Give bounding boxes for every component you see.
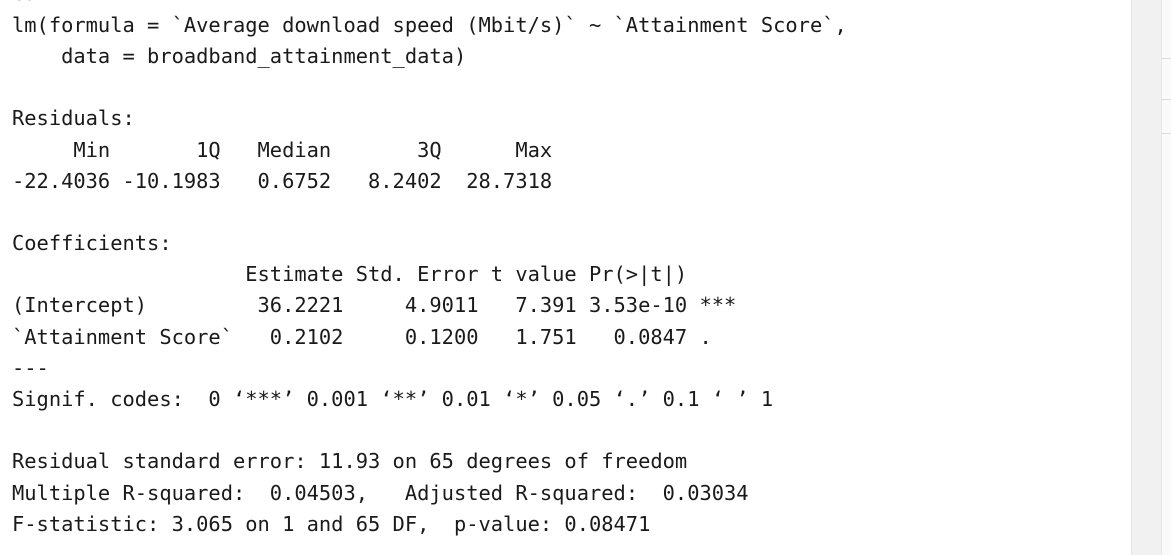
console-line-intercept-row: (Intercept) 36.2221 4.9011 7.391 3.53e-1… (12, 293, 737, 317)
console-line-separator: --- (12, 356, 49, 380)
console-line-coefficients-header: Estimate Std. Error t value Pr(>|t|) (12, 262, 737, 286)
pane-divider-mark (1161, 133, 1171, 134)
console-line-coefficients-heading: Coefficients: (12, 231, 172, 255)
console-line-data: data = broadband_attainment_data) (12, 44, 467, 68)
console-line-residual-std-error: Residual standard error: 11.93 on 65 deg… (12, 449, 688, 473)
console-line-r-squared: Multiple R-squared: 0.04503, Adjusted R-… (12, 481, 761, 505)
scrollbar-thumb[interactable] (1135, 0, 1157, 555)
pane-divider-mark (1161, 99, 1171, 100)
console-line-signif-codes: Signif. codes: 0 ‘***’ 0.001 ‘**’ 0.01 ‘… (12, 387, 774, 411)
r-console-output: Call: lm(formula = `Average download spe… (0, 0, 1131, 555)
console-line-residuals-values: -22.4036 -10.1983 0.6752 8.2402 28.7318 (12, 169, 565, 193)
console-line-residuals-heading: Residuals: (12, 106, 135, 130)
console-line-residuals-header: Min 1Q Median 3Q Max (12, 138, 565, 162)
pane-divider-mark (1161, 58, 1171, 59)
console-line-call: Call: (12, 0, 73, 9)
console-line-f-statistic: F-statistic: 3.065 on 1 and 65 DF, p-val… (12, 512, 651, 536)
console-line-attainment-row: `Attainment Score` 0.2102 0.1200 1.751 0… (12, 325, 737, 349)
console-line-formula: lm(formula = `Average download speed (Mb… (12, 13, 847, 37)
right-pane-edge (1161, 0, 1171, 555)
